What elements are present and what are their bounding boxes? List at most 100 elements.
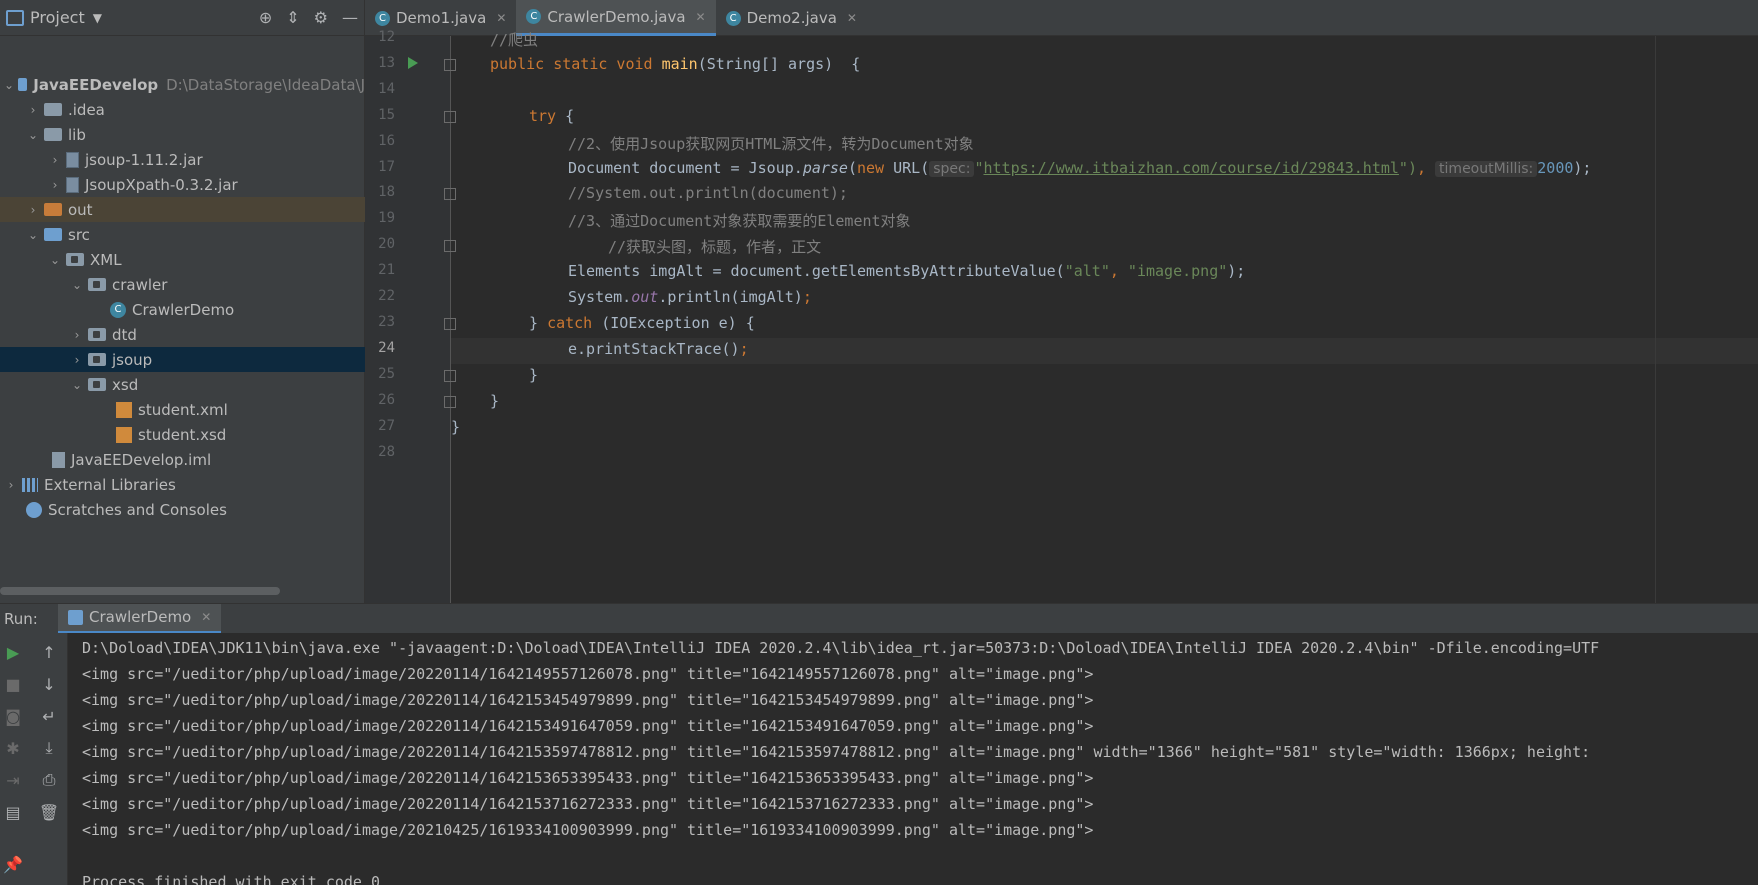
package-icon	[88, 328, 106, 341]
down-arrow-icon[interactable]: ↓	[38, 673, 60, 695]
code-text: {	[556, 107, 575, 125]
up-arrow-icon[interactable]: ↑	[38, 641, 60, 663]
project-title: Project	[30, 8, 85, 27]
string: "image.png"	[1127, 262, 1228, 280]
tree-item-lib[interactable]: ⌄ lib	[0, 122, 365, 147]
chevron-down-icon[interactable]: ⌄	[4, 78, 14, 92]
xsd-file-icon	[116, 426, 132, 443]
package-icon	[88, 278, 106, 291]
tree-item-student-xsd[interactable]: student.xsd	[0, 422, 365, 447]
tab-crawlerdemo[interactable]: C CrawlerDemo.java ✕	[516, 0, 716, 36]
exit-icon[interactable]: ⇥	[2, 769, 24, 791]
soft-wrap-icon[interactable]: ↵	[38, 705, 60, 727]
close-icon[interactable]: ✕	[696, 10, 706, 24]
bug-icon[interactable]: ✱	[2, 737, 24, 759]
tree-item-iml[interactable]: JavaEEDevelop.iml	[0, 447, 365, 472]
collapse-all-icon[interactable]: ⇕	[286, 8, 299, 27]
chevron-right-icon[interactable]: ›	[48, 153, 62, 167]
chevron-down-icon[interactable]: ⌄	[26, 228, 40, 242]
minimize-icon[interactable]: —	[342, 8, 358, 27]
keyword: catch	[547, 314, 593, 332]
rerun-icon[interactable]: ▶	[2, 641, 24, 663]
console-output[interactable]: D:\Doload\IDEA\JDK11\bin\java.exe "-java…	[68, 633, 1758, 885]
tree-item-scratches[interactable]: Scratches and Consoles	[0, 497, 365, 522]
chevron-right-icon[interactable]: ›	[26, 203, 40, 217]
trash-icon[interactable]: 🗑	[38, 801, 60, 823]
chevron-down-icon[interactable]: ⌄	[70, 378, 84, 392]
tree-item-label: XML	[90, 250, 122, 269]
code-text: }	[529, 366, 539, 384]
java-class-icon: C	[526, 9, 542, 24]
run-gutter-icon[interactable]	[408, 57, 418, 69]
tree-item-crawlerdemo[interactable]: C CrawlerDemo	[0, 297, 365, 322]
print-icon[interactable]: ⎙	[38, 769, 60, 791]
tree-item-student-xml[interactable]: student.xml	[0, 397, 365, 422]
chevron-down-icon[interactable]: ▼	[93, 11, 102, 25]
tab-label: Demo1.java	[396, 9, 487, 27]
tree-item-crawler[interactable]: ⌄ crawler	[0, 272, 365, 297]
tree-item-jsoupxpath-jar[interactable]: › JsoupXpath-0.3.2.jar	[0, 172, 365, 197]
fold-icon[interactable]	[444, 188, 456, 200]
project-toolbar: ⊕ ⇕ ⚙ —	[259, 8, 358, 27]
close-icon[interactable]: ✕	[496, 11, 506, 25]
comment: //获取头图，标题，作者，正文	[608, 238, 822, 256]
tree-item-xsd[interactable]: ⌄ xsd	[0, 372, 365, 397]
tree-item-label: dtd	[112, 325, 137, 344]
tree-item-jsoup-jar[interactable]: › jsoup-1.11.2.jar	[0, 147, 365, 172]
method-name: parse	[802, 159, 848, 177]
tree-item-out[interactable]: › out	[0, 197, 365, 222]
tree-item-dtd[interactable]: › dtd	[0, 322, 365, 347]
fold-icon[interactable]	[444, 111, 456, 123]
chevron-right-icon[interactable]: ›	[48, 178, 62, 192]
comment: //System.out.println(document);	[568, 184, 848, 202]
tree-item-label: jsoup-1.11.2.jar	[85, 150, 203, 169]
chevron-right-icon[interactable]: ›	[70, 353, 84, 367]
line-number: 15	[378, 107, 395, 123]
url-link[interactable]: https://www.itbaizhan.com/course/id/2984…	[984, 159, 1399, 177]
folder-icon	[44, 203, 62, 216]
tree-item-path: D:\DataStorage\IdeaData\J	[166, 75, 365, 94]
pin-icon[interactable]: 📌	[2, 853, 24, 875]
tree-item-xml[interactable]: ⌄ XML	[0, 247, 365, 272]
fold-icon[interactable]	[444, 240, 456, 252]
layout-icon[interactable]: ▤	[2, 801, 24, 823]
scroll-to-end-icon[interactable]: ⤓	[38, 737, 60, 759]
camera-icon[interactable]: ◙	[2, 705, 24, 727]
tree-item-src[interactable]: ⌄ src	[0, 222, 365, 247]
tree-item-jsoup[interactable]: › jsoup	[0, 347, 365, 372]
code-text: }	[529, 314, 548, 332]
close-icon[interactable]: ✕	[847, 11, 857, 25]
code-line-23: } catch (IOException e) {	[529, 314, 755, 332]
horizontal-scrollbar[interactable]	[0, 587, 280, 595]
chevron-down-icon[interactable]: ⌄	[26, 128, 40, 142]
chevron-down-icon[interactable]: ⌄	[70, 278, 84, 292]
fold-icon[interactable]	[444, 396, 456, 408]
code-text: (	[847, 159, 857, 177]
close-icon[interactable]: ✕	[201, 610, 211, 624]
fold-icon[interactable]	[444, 318, 456, 330]
line-number: 22	[378, 288, 395, 304]
code-line-20: //获取头图，标题，作者，正文	[608, 236, 821, 257]
code-text: ;	[739, 340, 749, 358]
tree-item-external-libraries[interactable]: › External Libraries	[0, 472, 365, 497]
fold-icon[interactable]	[444, 59, 456, 71]
code-line-25: }	[529, 366, 538, 384]
code-line-26: }	[490, 392, 499, 410]
tree-item-label: CrawlerDemo	[132, 300, 235, 319]
code-text: }	[490, 392, 500, 410]
chevron-right-icon[interactable]: ›	[26, 103, 40, 117]
tab-demo2[interactable]: C Demo2.java ✕	[716, 0, 867, 36]
chevron-right-icon[interactable]: ›	[4, 478, 18, 492]
code-text: .println(imgAlt)	[658, 288, 803, 306]
gear-icon[interactable]: ⚙	[314, 8, 328, 27]
stop-icon[interactable]: ■	[2, 673, 24, 695]
locate-icon[interactable]: ⊕	[259, 8, 272, 27]
tree-item-javaeedevelop[interactable]: ⌄ JavaEEDevelop D:\DataStorage\IdeaData\…	[0, 72, 365, 97]
code-text: ,	[1416, 159, 1436, 177]
chevron-down-icon[interactable]: ⌄	[48, 253, 62, 267]
fold-icon[interactable]	[444, 370, 456, 382]
console-line: <img src="/ueditor/php/upload/image/2022…	[82, 665, 1094, 683]
chevron-right-icon[interactable]: ›	[70, 328, 84, 342]
run-tab-crawlerdemo[interactable]: CrawlerDemo ✕	[58, 603, 222, 634]
tree-item-idea[interactable]: › .idea	[0, 97, 365, 122]
